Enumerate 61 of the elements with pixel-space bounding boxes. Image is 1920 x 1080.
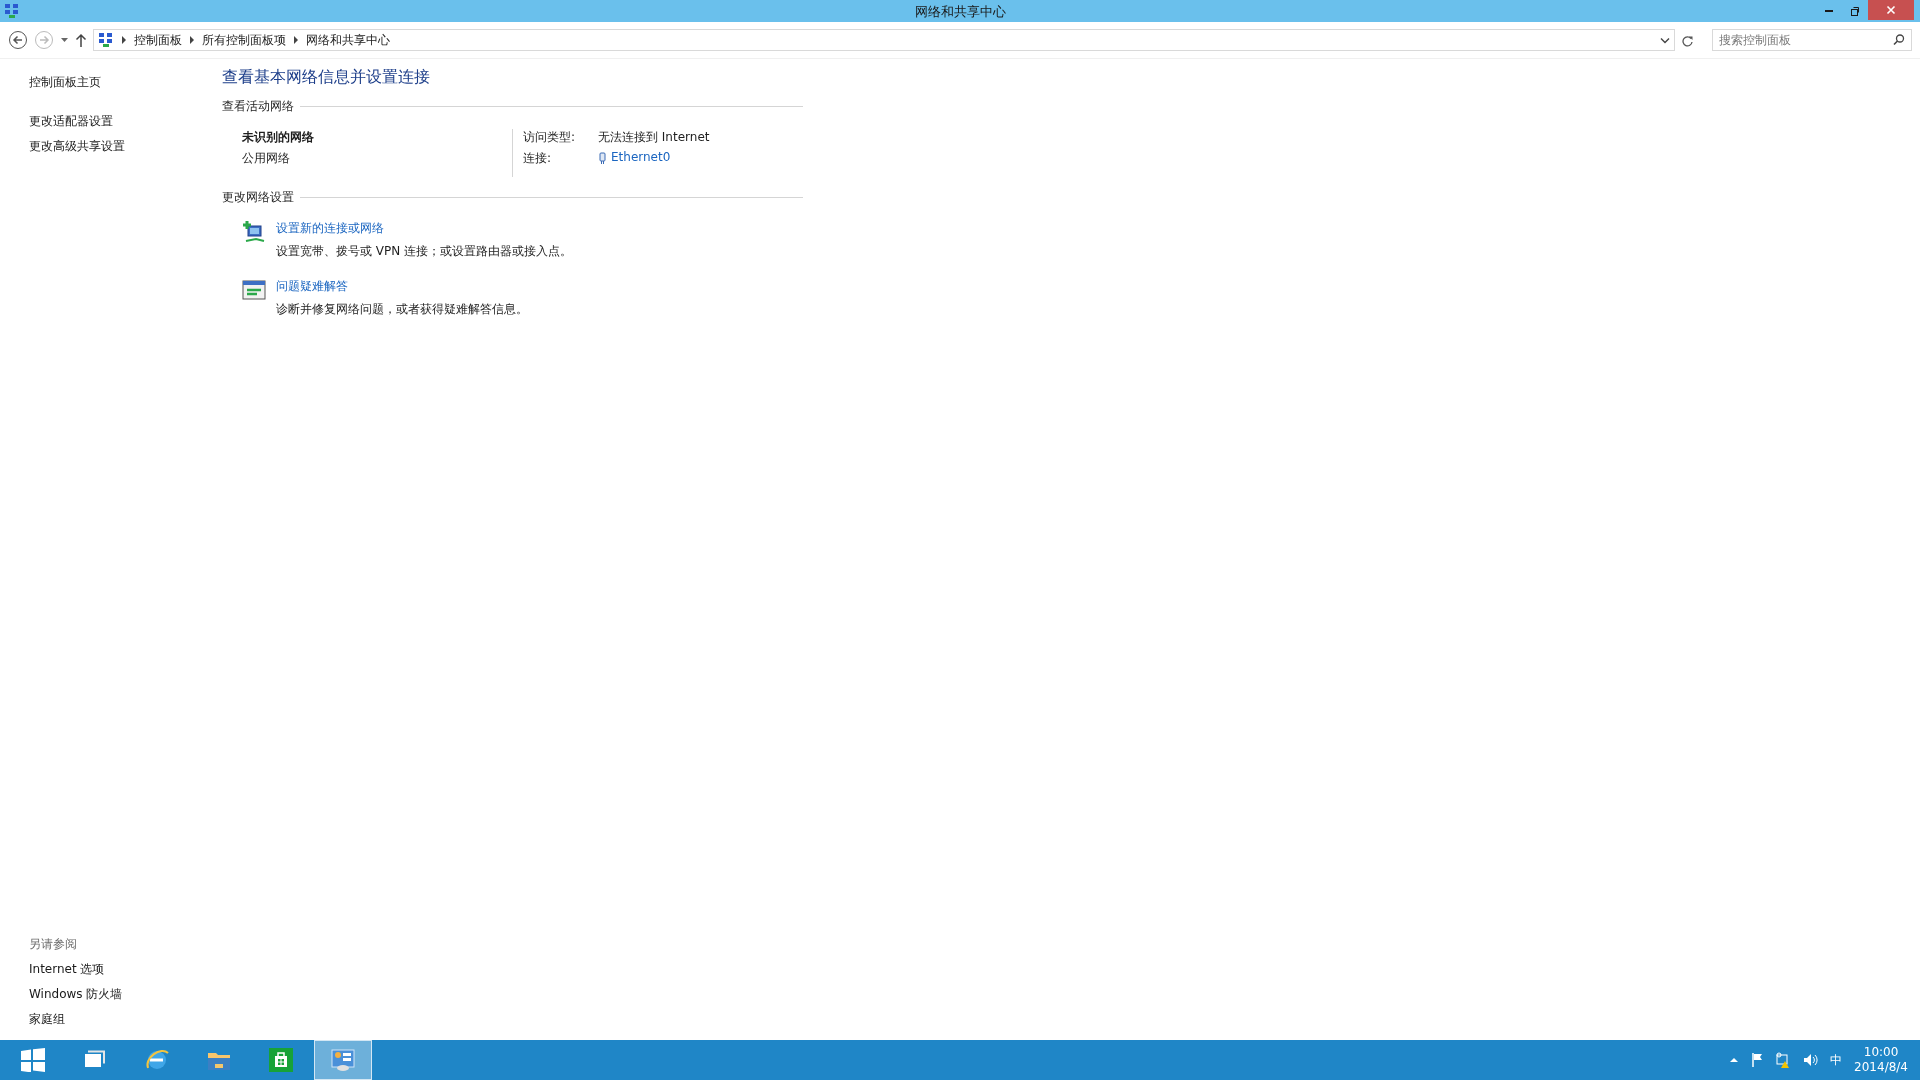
breadcrumb-item[interactable]: 控制面板 bbox=[134, 31, 182, 49]
clock-date[interactable]: 2014/8/4 bbox=[1854, 1060, 1908, 1075]
section-heading: 查看活动网络 bbox=[222, 98, 294, 115]
chevron-icon bbox=[190, 36, 194, 44]
refresh-button[interactable] bbox=[1681, 33, 1694, 47]
troubleshoot-icon bbox=[242, 278, 266, 302]
history-dropdown-button[interactable] bbox=[1660, 36, 1670, 44]
network-warning-icon[interactable] bbox=[1775, 1052, 1792, 1068]
windows-logo-icon bbox=[21, 1048, 45, 1072]
task-link[interactable]: 设置新的连接或网络 bbox=[276, 220, 384, 237]
close-icon bbox=[1886, 5, 1896, 15]
connection-link[interactable]: Ethernet0 bbox=[611, 150, 671, 164]
flag-icon[interactable] bbox=[1751, 1052, 1764, 1068]
network-setup-icon bbox=[242, 220, 266, 244]
up-icon bbox=[75, 32, 87, 48]
see-also-link[interactable]: Internet 选项 bbox=[29, 961, 105, 978]
up-button[interactable] bbox=[75, 32, 87, 48]
clock-time[interactable]: 10:00 bbox=[1863, 1045, 1899, 1060]
input-method-indicator[interactable]: 中 bbox=[1830, 1051, 1843, 1069]
minimize-icon bbox=[1825, 10, 1833, 12]
see-also-link[interactable]: 家庭组 bbox=[29, 1011, 65, 1028]
property-label: 连接: bbox=[523, 150, 553, 167]
breadcrumb-item[interactable]: 所有控制面板项 bbox=[202, 31, 286, 49]
browser-icon bbox=[145, 1048, 169, 1072]
control-panel-icon bbox=[331, 1048, 355, 1072]
refresh-icon bbox=[1681, 33, 1694, 47]
network-icon bbox=[98, 32, 114, 48]
sidebar-link[interactable]: 更改适配器设置 bbox=[29, 113, 113, 130]
recent-locations-button[interactable] bbox=[60, 36, 69, 44]
back-icon bbox=[8, 30, 28, 50]
network-name: 未识别的网络 bbox=[242, 129, 315, 146]
section-heading: 更改网络设置 bbox=[222, 189, 294, 206]
back-button[interactable] bbox=[8, 30, 28, 50]
see-also-heading: 另请参阅 bbox=[29, 936, 78, 953]
address-field[interactable]: 控制面板 所有控制面板项 网络和共享中心 bbox=[93, 29, 1675, 51]
property-value: 无法连接到 Internet bbox=[598, 129, 710, 146]
restore-icon bbox=[1850, 6, 1860, 16]
ethernet-icon bbox=[598, 152, 607, 165]
chevron-icon bbox=[294, 36, 298, 44]
taskbar-button[interactable] bbox=[314, 1040, 372, 1080]
task-description: 设置宽带、拨号或 VPN 连接；或设置路由器或接入点。 bbox=[276, 243, 573, 260]
task-description: 诊断并修复网络问题，或者获得疑难解答信息。 bbox=[276, 301, 528, 318]
forward-icon bbox=[34, 30, 54, 50]
window-title: 网络和共享中心 bbox=[914, 3, 1006, 21]
see-also-link[interactable]: Windows 防火墙 bbox=[29, 986, 123, 1003]
recent-locations-icon bbox=[60, 36, 69, 44]
breadcrumb-item[interactable]: 网络和共享中心 bbox=[306, 31, 390, 49]
network-category: 公用网络 bbox=[242, 150, 291, 167]
task-link[interactable]: 问题疑难解答 bbox=[276, 278, 348, 295]
search-icon bbox=[1893, 34, 1905, 46]
sidebar-link[interactable]: 更改高级共享设置 bbox=[29, 138, 125, 155]
store-icon bbox=[269, 1048, 293, 1072]
show-hidden-icons-icon[interactable] bbox=[1729, 1056, 1740, 1064]
page-heading: 查看基本网络信息并设置连接 bbox=[222, 67, 431, 88]
property-label: 访问类型: bbox=[523, 129, 577, 146]
speaker-icon[interactable] bbox=[1803, 1052, 1819, 1068]
sidebar-link[interactable]: 控制面板主页 bbox=[29, 74, 101, 91]
chevron-icon bbox=[122, 36, 126, 44]
history-dropdown-icon bbox=[1660, 36, 1670, 44]
search-field[interactable]: 搜索控制面板 bbox=[1712, 29, 1912, 51]
app-icon bbox=[4, 3, 20, 19]
